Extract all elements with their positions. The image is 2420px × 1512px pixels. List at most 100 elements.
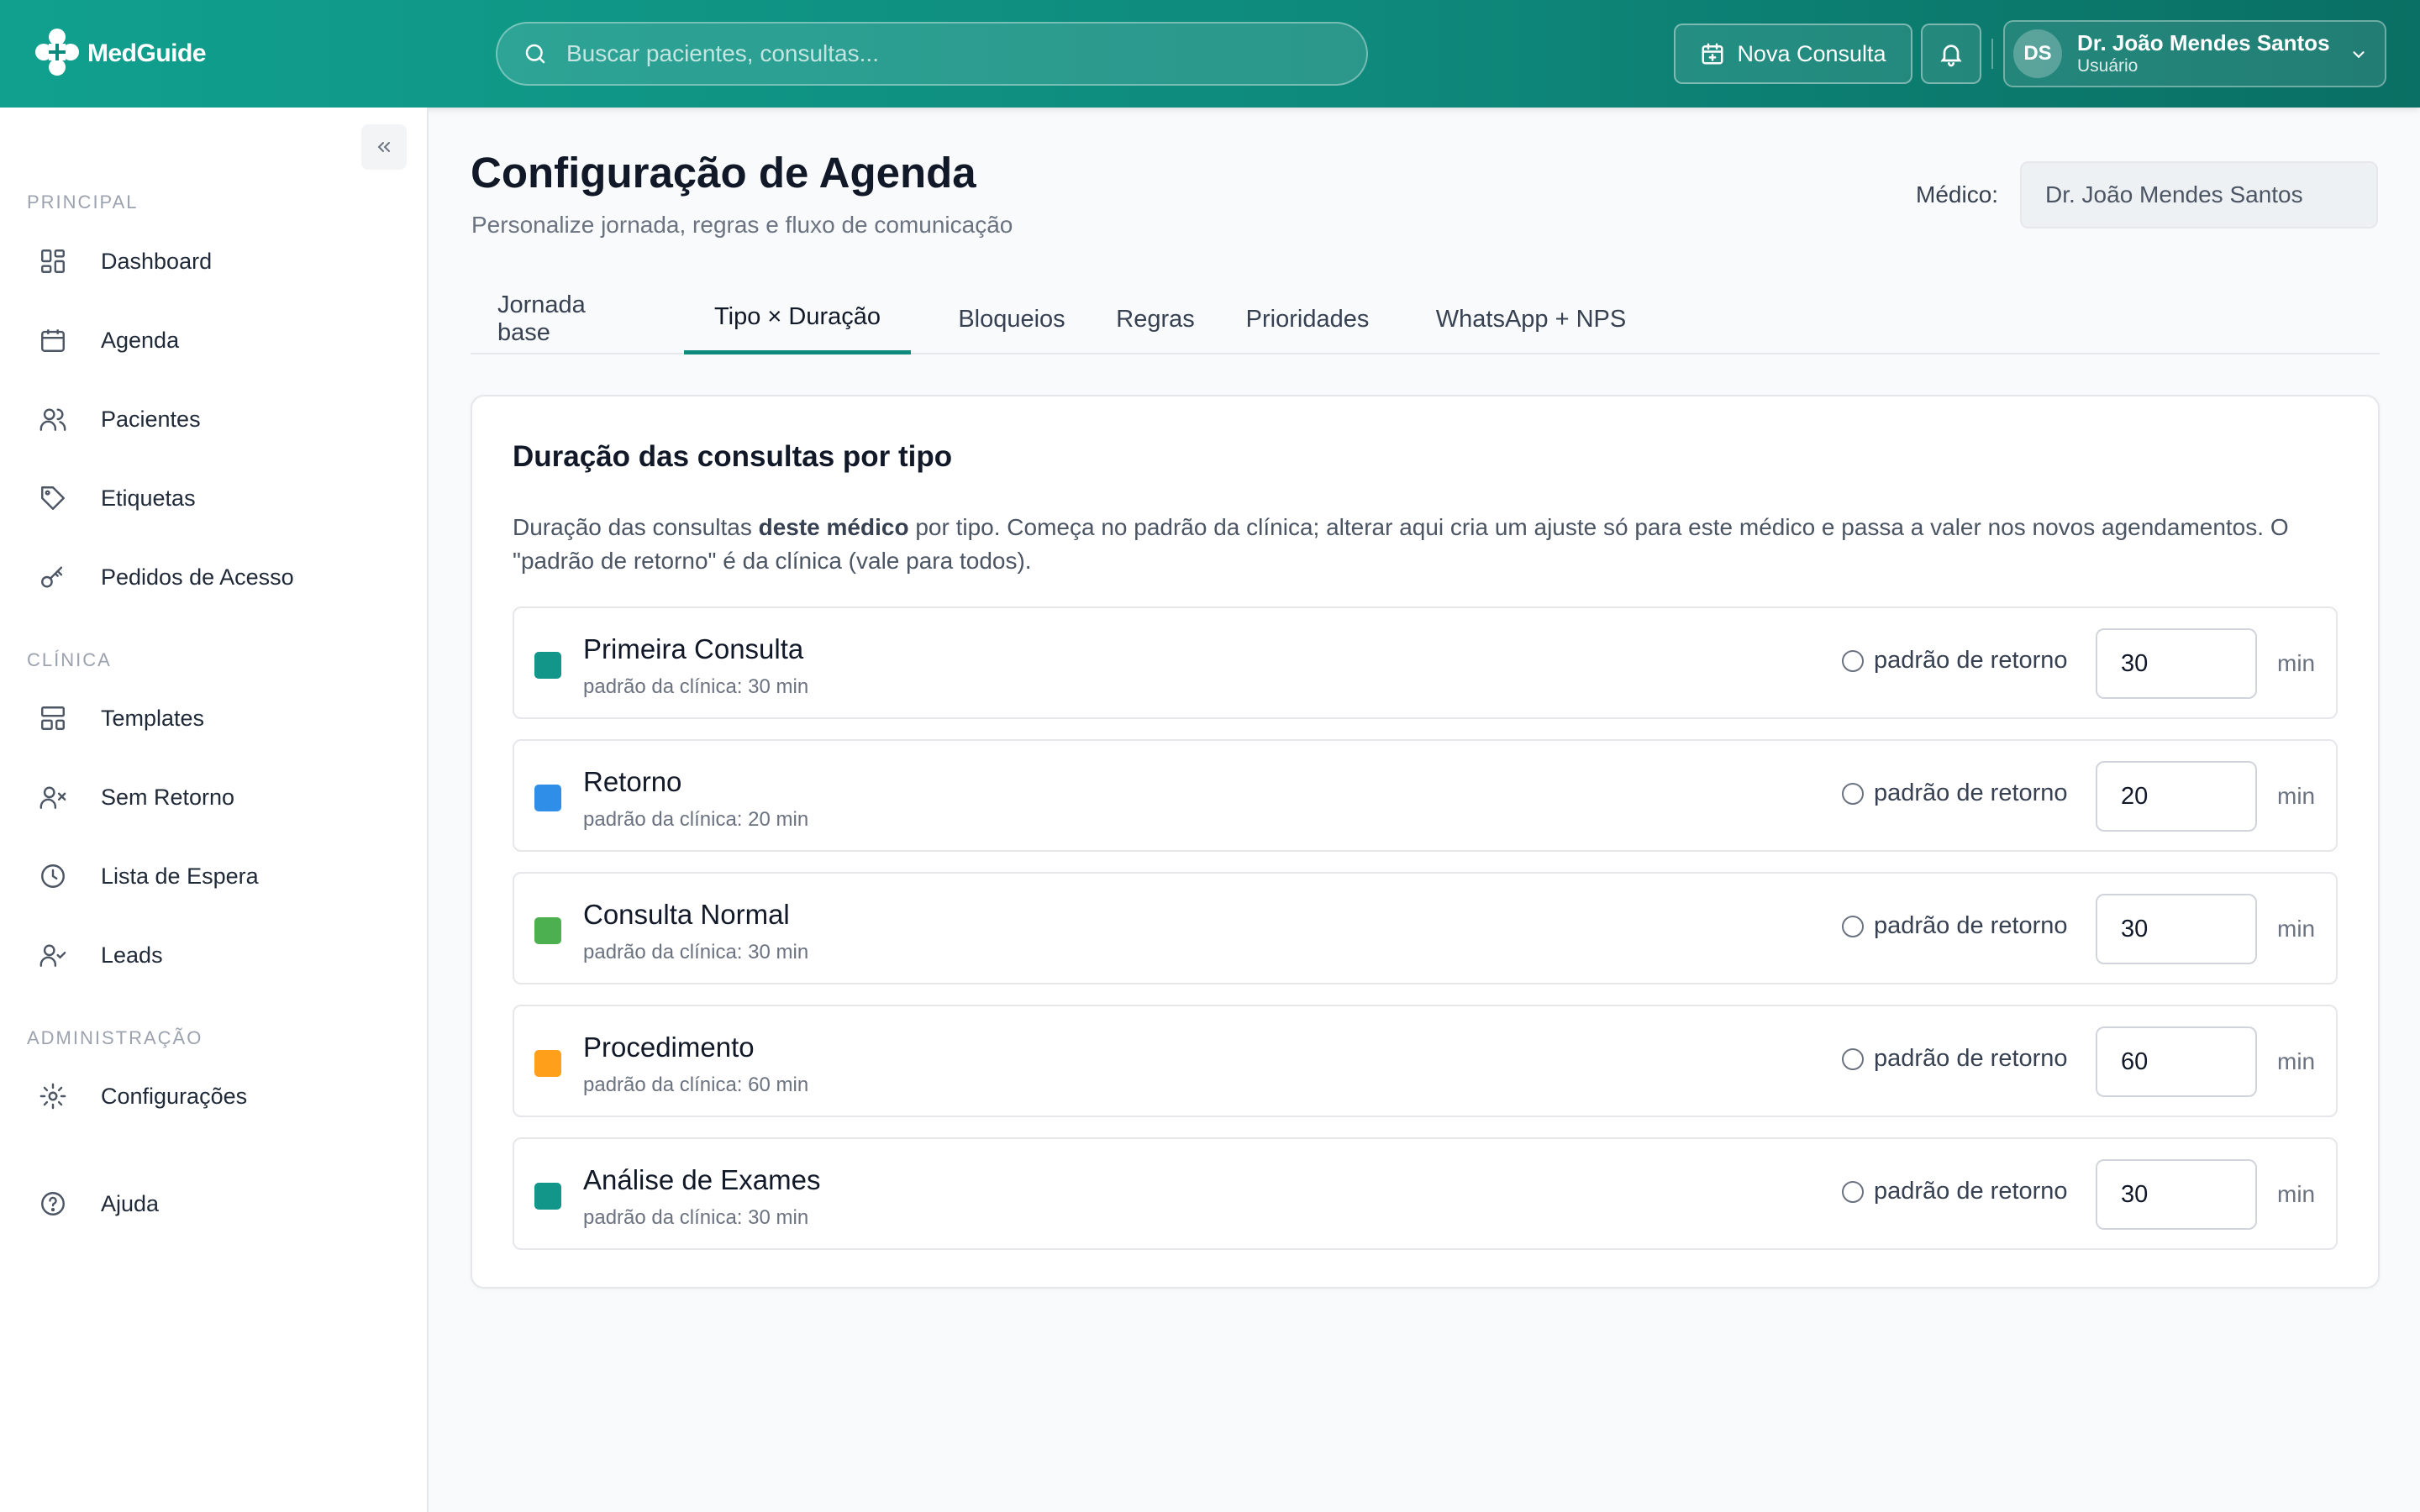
chevron-down-icon [2353, 51, 2365, 59]
color-swatch [534, 917, 561, 944]
user-check-icon [39, 944, 66, 967]
sidebar-item-ajuda[interactable]: Ajuda [25, 1173, 403, 1235]
type-name: Análise de Exames [583, 1164, 821, 1195]
sidebar-item-pedidos-de-acesso[interactable]: Pedidos de Acesso [25, 546, 403, 608]
type-name: Primeira Consulta [583, 633, 804, 664]
sidebar-item-agenda[interactable]: Agenda [25, 309, 403, 371]
sidebar-item-leads[interactable]: Leads [25, 924, 403, 986]
help-circle-icon [41, 1192, 65, 1215]
sidebar-item-etiquetas[interactable]: Etiquetas [25, 467, 403, 529]
type-default: padrão da clínica: 60 min [583, 1074, 809, 1096]
sidebar-item-label: Leads [101, 942, 163, 968]
users-icon [39, 408, 66, 431]
color-swatch [534, 785, 561, 811]
sidebar-item-label: Ajuda [101, 1190, 160, 1216]
list-item: Procedimento padrão da clínica: 60 min p… [513, 1005, 2338, 1117]
sidebar-item-dashboard[interactable]: Dashboard [25, 230, 403, 292]
type-name: Retorno [583, 766, 682, 797]
return-default-radio[interactable]: padrão de retorno [1842, 1045, 2068, 1073]
return-default-radio[interactable]: padrão de retorno [1842, 1178, 2068, 1205]
page-subtitle: Personalize jornada, regras e fluxo de c… [471, 212, 1013, 238]
list-item: Análise de Exames padrão da clínica: 30 … [513, 1137, 2338, 1250]
duration-input[interactable] [2096, 1026, 2257, 1097]
radio-circle-icon[interactable] [1842, 782, 1864, 805]
radio-circle-icon[interactable] [1842, 1047, 1864, 1070]
section-title-principal: PRINCIPAL [27, 192, 139, 213]
return-default-radio[interactable]: padrão de retorno [1842, 647, 2068, 675]
medico-select[interactable]: Dr. João Mendes Santos [2020, 161, 2378, 228]
section-title-clinica: CLÍNICA [27, 649, 112, 670]
calendar-plus-icon [1702, 43, 1723, 65]
page-title: Configuração de Agenda [471, 149, 976, 197]
collapse-sidebar-button[interactable] [361, 124, 407, 170]
chevrons-left-icon [377, 142, 390, 152]
tag-icon [41, 486, 65, 510]
duration-input[interactable] [2096, 628, 2257, 699]
list-item: Primeira Consulta padrão da clínica: 30 … [513, 606, 2338, 719]
user-menu[interactable]: DS Dr. João Mendes Santos Usuário [2003, 20, 2386, 87]
user-role: Usuário [2077, 55, 2139, 76]
tab-prioridades[interactable]: Prioridades [1234, 284, 1381, 354]
color-swatch [534, 652, 561, 679]
section-title-administracao: ADMINISTRAÇÃO [27, 1027, 203, 1048]
sidebar-item-templates[interactable]: Templates [25, 687, 403, 749]
radio-circle-icon[interactable] [1842, 649, 1864, 672]
search-input[interactable] [566, 40, 1323, 67]
avatar: DS [2013, 29, 2062, 78]
unit-label: min [2277, 783, 2316, 809]
sidebar-item-sem-retorno[interactable]: Sem Retorno [25, 766, 403, 828]
calendar-icon [41, 329, 65, 352]
tab-tipo-duracao[interactable]: Tipo × Duração [684, 284, 911, 354]
gear-icon [39, 1083, 66, 1110]
tab-bloqueios[interactable]: Bloqueios [944, 284, 1079, 354]
sidebar-item-label: Configurações [101, 1083, 248, 1109]
list-item: Retorno padrão da clínica: 20 min padrão… [513, 739, 2338, 852]
medguide-logo-icon [35, 29, 79, 76]
tab-whatsapp-nps[interactable]: WhatsApp + NPS [1423, 284, 1639, 354]
sidebar-item-label: Lista de Espera [101, 863, 259, 889]
sidebar-item-label: Pacientes [101, 406, 201, 432]
search-bar[interactable] [496, 22, 1368, 86]
sidebar-item-label: Templates [101, 705, 205, 731]
sidebar-item-label: Dashboard [101, 248, 213, 274]
new-consultation-button[interactable]: Nova Consulta [1674, 24, 1912, 84]
tab-bar: Jornada base Tipo × Duração Bloqueios Re… [471, 284, 2380, 354]
list-item: Consulta Normal padrão da clínica: 30 mi… [513, 872, 2338, 984]
tab-jornada-base[interactable]: Jornada base [497, 284, 603, 354]
card-title: Duração das consultas por tipo [513, 440, 953, 473]
sidebar-item-label: Etiquetas [101, 485, 196, 511]
duration-input[interactable] [2096, 894, 2257, 964]
sidebar-item-label: Sem Retorno [101, 784, 235, 810]
sidebar-item-lista-de-espera[interactable]: Lista de Espera [25, 845, 403, 907]
sidebar-item-configuracoes[interactable]: Configurações [25, 1065, 403, 1127]
app-name: MedGuide [87, 39, 207, 67]
radio-circle-icon[interactable] [1842, 1180, 1864, 1203]
clock-icon [41, 864, 65, 888]
sidebar: PRINCIPAL Dashboard Agenda Pacientes Eti… [0, 108, 429, 1512]
return-default-radio[interactable]: padrão de retorno [1842, 780, 2068, 807]
return-default-radio[interactable]: padrão de retorno [1842, 912, 2068, 940]
duration-card: Duração das consultas por tipo Duração d… [471, 395, 2380, 1289]
unit-label: min [2277, 1048, 2316, 1074]
dashboard-icon [41, 249, 65, 273]
tab-regras[interactable]: Regras [1109, 284, 1202, 354]
header-divider [1991, 39, 1993, 69]
layout-icon [41, 706, 65, 730]
unit-label: min [2277, 916, 2316, 942]
key-icon [41, 566, 63, 588]
user-name: Dr. João Mendes Santos [2077, 30, 2330, 56]
type-default: padrão da clínica: 30 min [583, 941, 809, 963]
duration-input[interactable] [2096, 1159, 2257, 1230]
duration-input[interactable] [2096, 761, 2257, 832]
new-consultation-label: Nova Consulta [1737, 40, 1886, 66]
user-x-icon [39, 786, 66, 809]
top-header: MedGuide Nova Consulta DS Dr. João Mende… [0, 0, 2420, 108]
radio-circle-icon[interactable] [1842, 915, 1864, 937]
sidebar-item-label: Pedidos de Acesso [101, 564, 294, 590]
sidebar-item-pacientes[interactable]: Pacientes [25, 388, 403, 450]
unit-label: min [2277, 650, 2316, 676]
notifications-button[interactable] [1921, 24, 1981, 84]
app-logo[interactable]: MedGuide [32, 27, 207, 81]
search-icon [525, 44, 545, 64]
type-name: Consulta Normal [583, 899, 790, 930]
